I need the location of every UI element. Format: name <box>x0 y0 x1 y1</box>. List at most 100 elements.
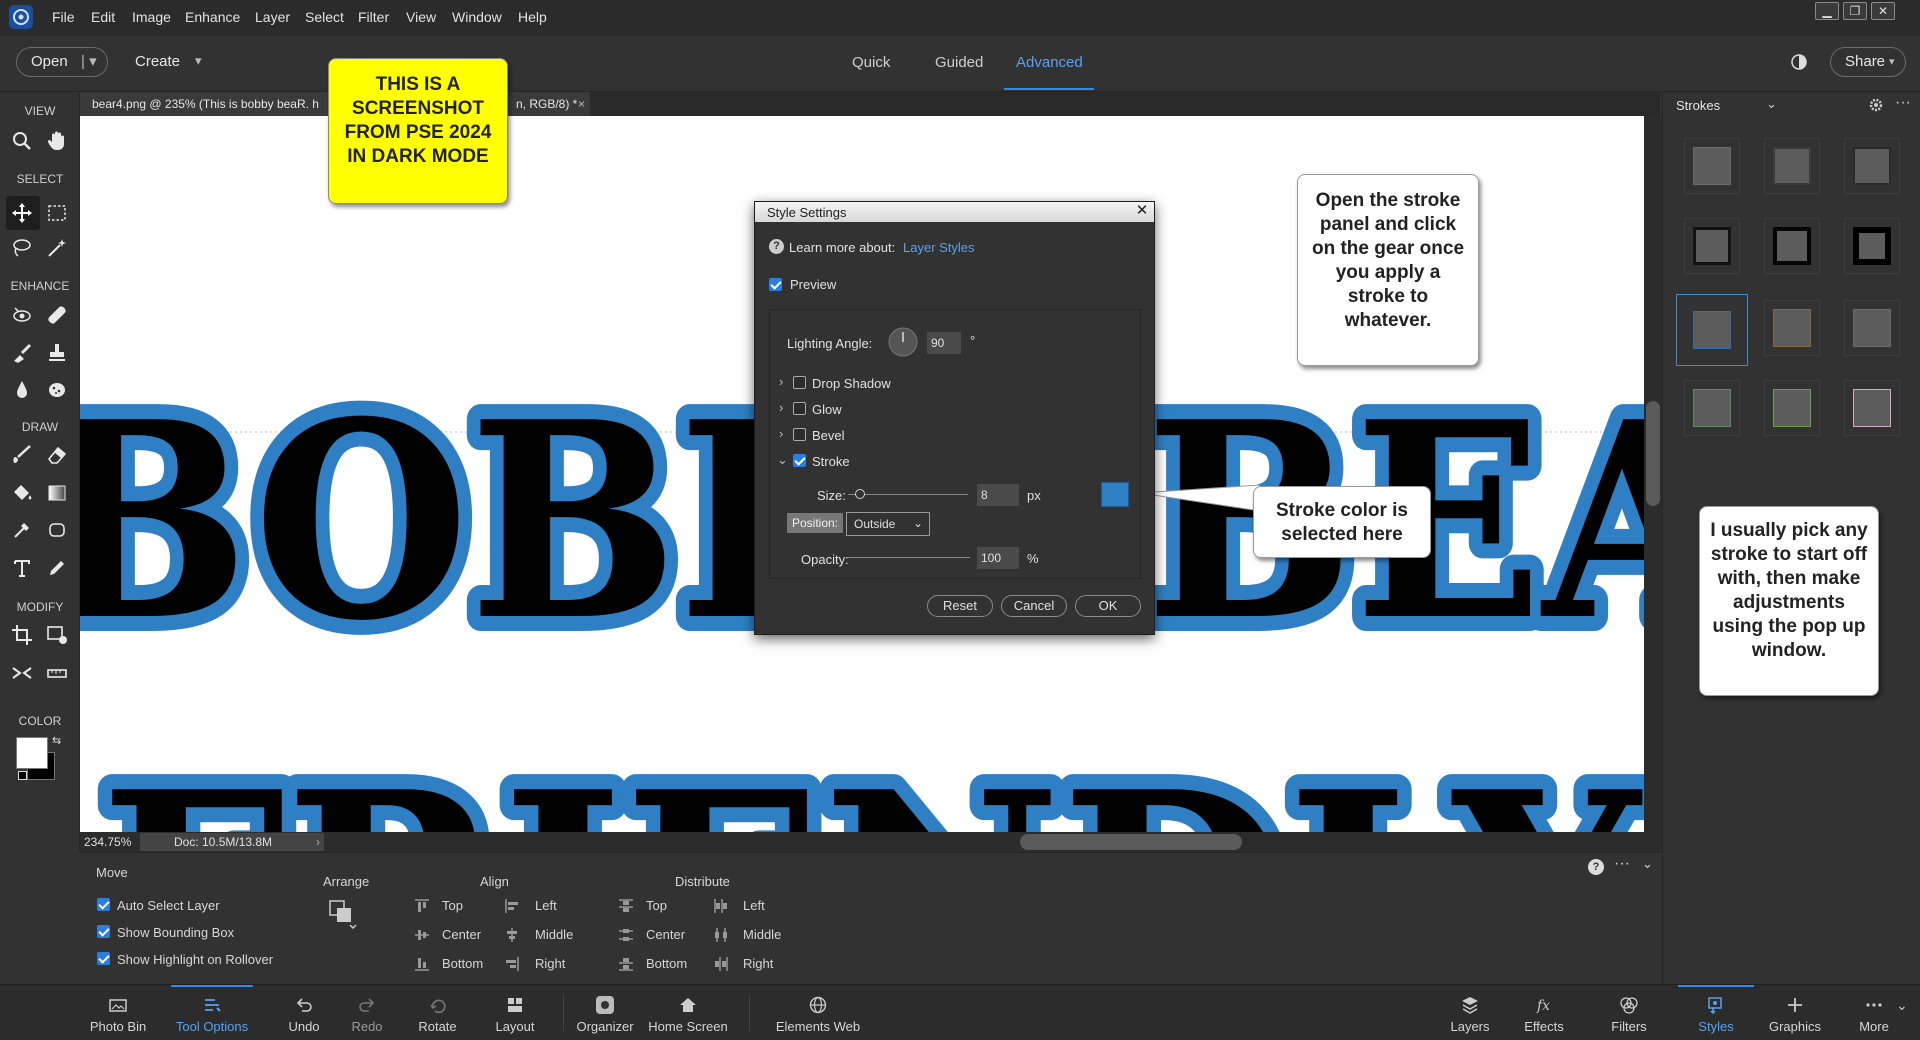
distribute-right-button[interactable]: Right <box>743 956 773 971</box>
strokes-dropdown-chevron-icon[interactable]: ⌄ <box>1766 96 1777 112</box>
distribute-left-button[interactable]: Left <box>743 898 765 913</box>
swap-colors-icon[interactable]: ⇆ <box>52 734 61 747</box>
auto-select-layer-checkbox[interactable] <box>97 898 110 911</box>
graphics-button[interactable]: Graphics <box>1764 985 1826 1040</box>
align-bottom-button[interactable]: Bottom <box>442 956 483 971</box>
eyedropper-tool-icon[interactable] <box>9 517 35 543</box>
opacity-slider-track[interactable] <box>848 557 970 558</box>
align-right-button[interactable]: Right <box>535 956 565 971</box>
drop-shadow-expand-icon[interactable]: › <box>779 374 783 389</box>
drop-shadow-checkbox[interactable] <box>793 376 806 389</box>
doc-size-arrow-icon[interactable]: › <box>316 833 320 851</box>
hand-tool-icon[interactable] <box>44 128 70 154</box>
bevel-expand-icon[interactable]: › <box>779 426 783 441</box>
reset-button[interactable]: Reset <box>927 595 993 617</box>
ok-button[interactable]: OK <box>1075 595 1141 617</box>
effects-button[interactable]: fx Effects <box>1516 985 1572 1040</box>
lasso-tool-icon[interactable] <box>9 235 35 261</box>
smart-brush-tool-icon[interactable] <box>9 340 35 366</box>
zoom-readout[interactable]: 234.75% <box>84 835 131 849</box>
organizer-button[interactable]: Organizer <box>570 985 640 1040</box>
stroke-swatch-1[interactable] <box>1684 138 1740 194</box>
show-bounding-box-checkbox[interactable] <box>97 925 110 938</box>
move-tool-icon[interactable] <box>9 200 35 226</box>
sponge-tool-icon[interactable] <box>44 377 70 403</box>
content-aware-move-tool-icon[interactable] <box>9 660 35 686</box>
zoom-tool-icon[interactable] <box>9 128 35 154</box>
type-tool-icon[interactable] <box>9 555 35 581</box>
photo-bin-button[interactable]: Photo Bin <box>82 985 154 1040</box>
more-button[interactable]: More <box>1846 985 1902 1040</box>
vertical-scroll-thumb[interactable] <box>1646 401 1660 506</box>
distribute-center-icon[interactable] <box>618 927 634 943</box>
theme-toggle-icon[interactable] <box>1790 53 1808 71</box>
menu-help[interactable]: Help <box>518 9 547 25</box>
glow-expand-icon[interactable]: › <box>779 400 783 415</box>
clone-stamp-tool-icon[interactable] <box>44 340 70 366</box>
menu-file[interactable]: File <box>52 9 75 25</box>
align-top-icon[interactable] <box>414 898 430 914</box>
size-input[interactable]: 8 <box>977 484 1019 506</box>
stroke-color-swatch[interactable] <box>1101 482 1129 507</box>
cancel-button[interactable]: Cancel <box>1001 595 1067 617</box>
horizontal-scroll-thumb[interactable] <box>1020 834 1242 850</box>
stroke-swatch-5[interactable] <box>1764 218 1820 274</box>
stroke-swatch-6[interactable] <box>1844 218 1900 274</box>
menu-image[interactable]: Image <box>132 9 171 25</box>
stroke-checkbox[interactable] <box>793 454 806 467</box>
layout-button[interactable]: Layout <box>485 985 545 1040</box>
brush-tool-icon[interactable] <box>9 442 35 468</box>
distribute-bottom-icon[interactable] <box>618 956 634 972</box>
distribute-top-icon[interactable] <box>618 898 634 914</box>
distribute-center-button[interactable]: Center <box>646 927 685 942</box>
align-middle-icon[interactable] <box>504 927 520 943</box>
distribute-bottom-button[interactable]: Bottom <box>646 956 687 971</box>
stroke-swatch-7-selected[interactable] <box>1676 294 1748 366</box>
preview-checkbox[interactable] <box>769 278 782 291</box>
menu-enhance[interactable]: Enhance <box>185 9 240 25</box>
size-slider-track[interactable] <box>848 494 968 495</box>
stroke-swatch-10[interactable] <box>1684 380 1740 436</box>
menu-edit[interactable]: Edit <box>91 9 115 25</box>
stroke-swatch-3[interactable] <box>1844 138 1900 194</box>
create-dropdown-icon[interactable]: ▾ <box>195 53 202 69</box>
lighting-angle-input[interactable]: 90 <box>927 332 961 354</box>
redo-button[interactable]: Redo <box>337 985 397 1040</box>
layer-styles-link[interactable]: Layer Styles <box>903 240 975 255</box>
align-middle-button[interactable]: Middle <box>535 927 573 942</box>
align-top-button[interactable]: Top <box>442 898 463 913</box>
minimize-button[interactable]: ▁ <box>1815 2 1839 20</box>
stroke-swatch-2[interactable] <box>1764 138 1820 194</box>
tool-options-button[interactable]: Tool Options <box>171 985 253 1040</box>
tab-quick[interactable]: Quick <box>852 54 890 71</box>
close-window-button[interactable]: ✕ <box>1871 2 1895 20</box>
align-center-icon[interactable] <box>414 927 430 943</box>
tab-advanced[interactable]: Advanced <box>1016 54 1083 71</box>
red-eye-tool-icon[interactable] <box>9 302 35 328</box>
filters-button[interactable]: Filters <box>1601 985 1657 1040</box>
stroke-swatch-4[interactable] <box>1684 218 1740 274</box>
rotate-button[interactable]: Rotate <box>405 985 470 1040</box>
blur-tool-icon[interactable] <box>9 377 35 403</box>
align-left-icon[interactable] <box>504 898 520 914</box>
foreground-color-swatch[interactable] <box>16 737 48 769</box>
help-icon[interactable]: ? <box>769 239 784 254</box>
position-select[interactable]: Outside ⌄ <box>846 512 930 536</box>
pencil-tool-icon[interactable] <box>44 555 70 581</box>
dialog-title-bar[interactable]: Style Settings ✕ <box>755 202 1154 222</box>
bevel-checkbox[interactable] <box>793 428 806 441</box>
distribute-left-icon[interactable] <box>713 898 729 914</box>
glow-checkbox[interactable] <box>793 402 806 415</box>
distribute-top-button[interactable]: Top <box>646 898 667 913</box>
open-dropdown-icon[interactable]: | ▾ <box>81 48 97 76</box>
tool-options-help-icon[interactable]: ? <box>1588 859 1604 875</box>
menu-view[interactable]: View <box>406 9 436 25</box>
open-button[interactable]: Open | ▾ <box>16 47 108 77</box>
stroke-swatch-11[interactable] <box>1764 380 1820 436</box>
restore-button[interactable]: ❐ <box>1843 2 1867 20</box>
panel-more-icon[interactable]: ··· <box>1895 94 1911 112</box>
arrange-icon[interactable] <box>328 899 358 929</box>
strokes-category-dropdown[interactable]: Strokes <box>1676 98 1720 113</box>
share-button[interactable]: Share ▾ <box>1830 47 1906 77</box>
align-left-button[interactable]: Left <box>535 898 557 913</box>
